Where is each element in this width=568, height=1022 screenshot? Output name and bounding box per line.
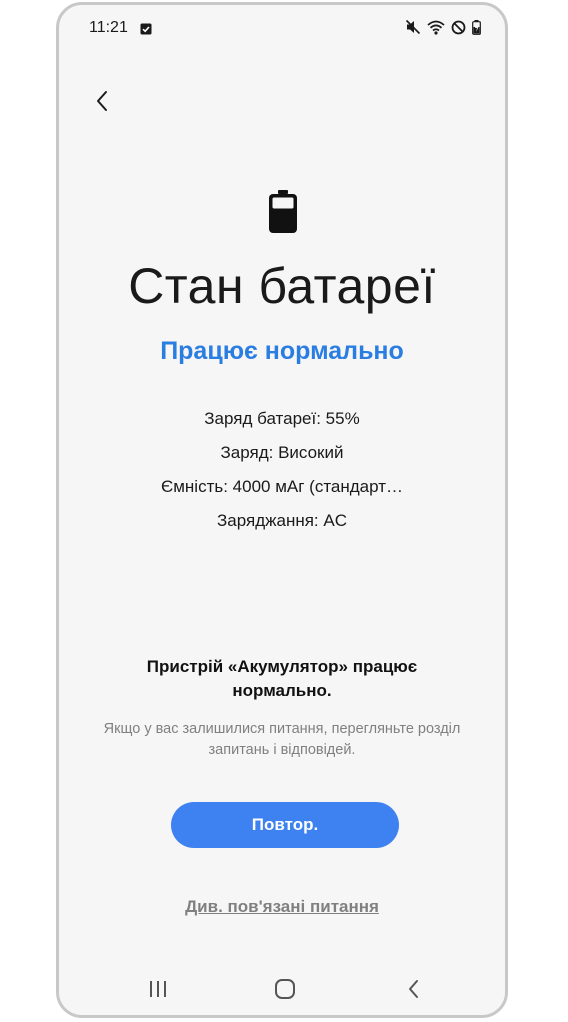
recent-apps-button[interactable]: [141, 975, 175, 1003]
battery-status: Працює нормально: [160, 337, 404, 365]
home-button[interactable]: [268, 975, 302, 1003]
help-hint: Якщо у вас залишилися питання, переглянь…: [103, 721, 461, 758]
status-time: 11:21: [89, 19, 128, 36]
battery-charge: Заряд: Високий: [220, 443, 344, 462]
home-icon: [275, 979, 295, 999]
status-bar: 11:21: [59, 5, 505, 51]
chevron-left-icon: [97, 91, 107, 111]
recent-apps-icon: [150, 981, 166, 997]
battery-charging-icon: [472, 19, 481, 40]
page-title: Стан батареї: [128, 258, 436, 314]
back-button[interactable]: [91, 89, 115, 113]
notification-check-icon: [140, 22, 152, 40]
battery-info: Заряд батареї: 55% Заряд: Високий Ємніст…: [59, 407, 505, 543]
status-icons: [405, 19, 481, 40]
back-icon: [409, 980, 418, 998]
mute-icon: [405, 19, 421, 40]
wifi-icon: [427, 19, 445, 40]
phone-screen: 11:21 Стан батареї Працює нормально Заря…: [56, 2, 508, 1018]
charging-type: Заряджання: AC: [217, 511, 347, 530]
retry-button[interactable]: Повтор.: [171, 802, 399, 848]
navigation-bar: [59, 965, 505, 1015]
do-not-disturb-icon: [451, 20, 466, 40]
nav-back-button[interactable]: [397, 975, 431, 1003]
battery-level: Заряд батареї: 55%: [204, 409, 360, 428]
result-message: Пристрій «Акумулятор» працює нормально.: [146, 657, 418, 700]
battery-icon: [268, 190, 298, 239]
battery-capacity: Ємність: 4000 мАг (стандарт…: [161, 477, 403, 496]
related-questions-link[interactable]: Див. пов'язані питання: [59, 897, 505, 917]
